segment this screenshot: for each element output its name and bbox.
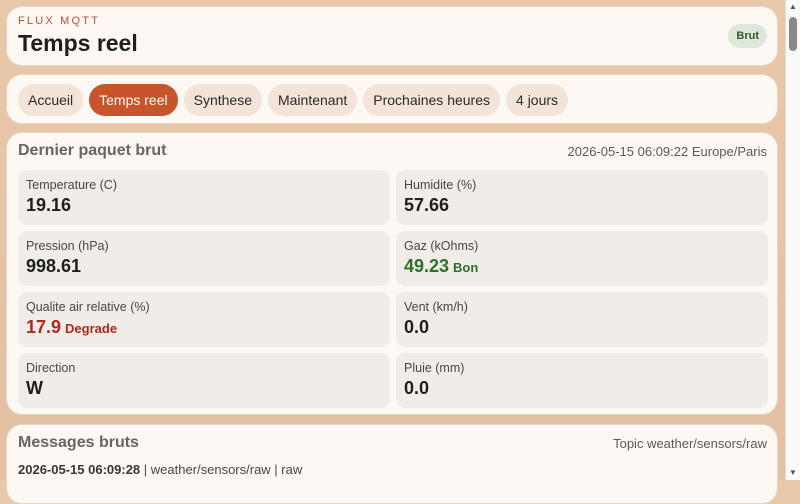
tab-list: Accueil Temps reel Synthese Maintenant P… bbox=[18, 84, 569, 116]
message-entry: 2026-05-15 06:09:28 | weather/sensors/ra… bbox=[18, 462, 302, 477]
metric-value: 0.0 bbox=[404, 378, 430, 398]
metric-value: 57.66 bbox=[404, 195, 450, 215]
metric-value: 17.9 Degrade bbox=[26, 317, 117, 338]
scroll-down-arrow-icon[interactable]: ▼ bbox=[786, 466, 800, 480]
raw-messages-panel: Messages bruts Topic weather/sensors/raw… bbox=[6, 424, 778, 504]
metric-status-tag: Bon bbox=[453, 260, 479, 275]
message-time: 2026-05-15 06:09:28 bbox=[18, 462, 141, 477]
page-kicker: FLUX MQTT bbox=[18, 15, 101, 27]
tab-prochaines-heures[interactable]: Prochaines heures bbox=[363, 84, 501, 116]
tab-temps-reel[interactable]: Temps reel bbox=[89, 84, 178, 116]
tab-synthese[interactable]: Synthese bbox=[183, 84, 262, 116]
scrollbar-thumb[interactable] bbox=[789, 17, 797, 51]
scroll-up-arrow-icon[interactable]: ▲ bbox=[786, 0, 800, 14]
metric-qualite-air: Qualite air relative (%) 17.9 Degrade bbox=[18, 292, 390, 347]
messages-topic: Topic weather/sensors/raw bbox=[613, 436, 767, 451]
metric-label: Gaz (kOhms) bbox=[404, 239, 479, 253]
raw-packet-panel: Dernier paquet brut 2026-05-15 06:09:22 … bbox=[6, 132, 778, 415]
metric-pression: Pression (hPa) 998.61 bbox=[18, 231, 390, 286]
metric-humidite: Humidite (%) 57.66 bbox=[396, 170, 768, 225]
page-header: FLUX MQTT Temps reel Brut bbox=[6, 6, 778, 66]
metric-value: 19.16 bbox=[26, 195, 72, 215]
metric-label: Qualite air relative (%) bbox=[26, 300, 150, 314]
metric-temperature: Temperature (C) 19.16 bbox=[18, 170, 390, 225]
section-title: Dernier paquet brut bbox=[18, 142, 167, 159]
metric-label: Temperature (C) bbox=[26, 178, 117, 192]
tab-4-jours[interactable]: 4 jours bbox=[506, 84, 569, 116]
metric-label: Pluie (mm) bbox=[404, 361, 465, 375]
metric-label: Vent (km/h) bbox=[404, 300, 468, 314]
metric-value: 49.23 Bon bbox=[404, 256, 478, 277]
metric-number: 49.23 bbox=[404, 256, 450, 276]
metric-label: Pression (hPa) bbox=[26, 239, 109, 253]
tab-maintenant[interactable]: Maintenant bbox=[267, 84, 358, 116]
metric-number: 17.9 bbox=[26, 317, 62, 337]
metric-pluie: Pluie (mm) 0.0 bbox=[396, 353, 768, 408]
page-title: Temps reel bbox=[18, 30, 138, 56]
tab-accueil[interactable]: Accueil bbox=[18, 84, 84, 116]
metric-label: Humidite (%) bbox=[404, 178, 477, 192]
section-title: Messages bruts bbox=[18, 434, 139, 451]
metric-status-tag: Degrade bbox=[65, 321, 118, 336]
app-viewport: FLUX MQTT Temps reel Brut Accueil Temps … bbox=[0, 0, 785, 504]
status-badge: Brut bbox=[728, 24, 767, 48]
packet-timestamp: 2026-05-15 06:09:22 Europe/Paris bbox=[567, 144, 767, 159]
metric-vent: Vent (km/h) 0.0 bbox=[396, 292, 768, 347]
metric-label: Direction bbox=[26, 361, 76, 375]
metrics-grid: Temperature (C) 19.16 Humidite (%) 57.66… bbox=[18, 170, 768, 408]
metric-value: 0.0 bbox=[404, 317, 430, 337]
metric-gaz: Gaz (kOhms) 49.23 Bon bbox=[396, 231, 768, 286]
metric-direction: Direction W bbox=[18, 353, 390, 408]
metric-value: W bbox=[26, 378, 43, 398]
nav-bar: Accueil Temps reel Synthese Maintenant P… bbox=[6, 74, 778, 124]
page-scrollbar[interactable]: ▲ ▼ bbox=[785, 0, 800, 480]
message-details: | weather/sensors/raw | raw bbox=[140, 462, 303, 477]
metric-value: 998.61 bbox=[26, 256, 82, 276]
